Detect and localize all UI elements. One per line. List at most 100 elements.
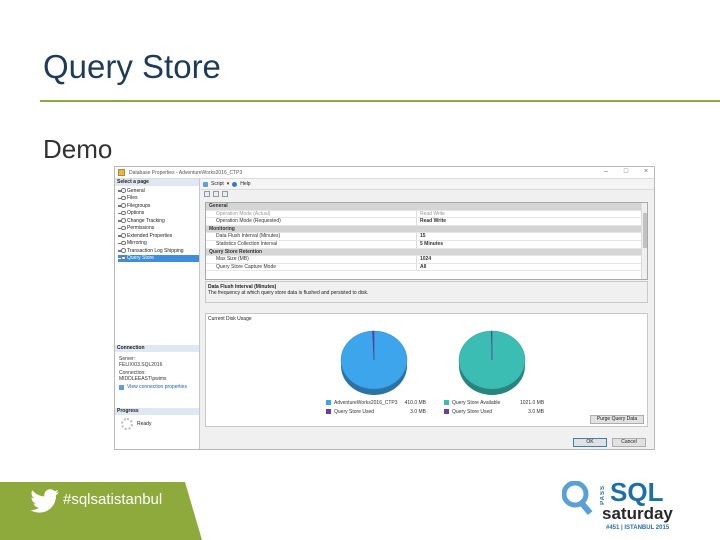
grid-property-row[interactable]: Data Flush Interval (Minutes) 15 (206, 233, 647, 241)
title-divider (40, 100, 720, 102)
close-icon[interactable]: × (642, 168, 650, 175)
slide-title: Query Store (43, 48, 221, 85)
dialog-title: Database Properties - AdventureWorks2016… (129, 170, 243, 176)
grid-property-row[interactable]: Operation Mode (Requested) Read Write (206, 218, 647, 226)
page-item-filegroups[interactable]: Filegroups (118, 202, 199, 210)
property-description: Data Flush Interval (Minutes) The freque… (205, 281, 648, 303)
property-name: Query Store Retention (209, 248, 263, 255)
page-item-label: Transaction Log Shipping (127, 247, 184, 254)
logo-saturday-text: saturday (602, 504, 673, 523)
grid-property-row[interactable]: Statistics Collection Interval 5 Minutes (206, 240, 647, 249)
legend-item: AdventureWorks2016_CTP3 410.0 MB (326, 398, 426, 407)
page-item-label: Filegroups (127, 202, 151, 209)
progress-spinner-icon (121, 418, 133, 430)
database-legend: AdventureWorks2016_CTP3 410.0 MB Query Sto… (326, 398, 426, 416)
property-name: Operation Mode (Actual) (216, 210, 271, 217)
script-icon (203, 181, 208, 187)
categorized-sort-icon[interactable] (204, 191, 210, 197)
page-item-label: General (127, 187, 145, 194)
property-name: Statistics Collection Interval (216, 240, 278, 247)
disk-usage-panel: Current Disk Usage AdventureWorks2016_CT… (205, 313, 648, 427)
page-item-general[interactable]: General (118, 187, 199, 195)
view-connection-properties-link[interactable]: View connection properties (127, 384, 187, 390)
page-item-label: Options (127, 210, 145, 217)
grid-scrollbar[interactable] (641, 203, 647, 279)
property-value[interactable]: All (416, 263, 647, 271)
legend-value: 3.0 MB (410, 408, 426, 415)
property-value[interactable]: 15 (416, 233, 647, 240)
property-value (416, 249, 647, 256)
legend-item: Query Store Available 1021.0 MB (444, 398, 544, 407)
page-item-label: Files (127, 195, 138, 202)
wrench-icon (118, 225, 126, 231)
property-name: Data Flush Interval (Minutes) (216, 233, 281, 240)
database-properties-dialog: Database Properties - AdventureWorks2016… (114, 166, 655, 450)
query-store-legend: Query Store Available 1021.0 MB Query Stor… (444, 398, 544, 416)
minimize-icon[interactable]: – (602, 168, 610, 175)
page-item-permissions[interactable]: Permissions (118, 225, 199, 233)
database-icon (118, 169, 125, 176)
wrench-icon (118, 195, 126, 201)
property-pages-icon[interactable] (222, 191, 228, 197)
help-icon (232, 181, 238, 187)
connection-header: Connection (115, 345, 199, 352)
property-value[interactable]: 5 Minutes (416, 240, 647, 248)
property-name: Operation Mode (Requested) (216, 218, 281, 225)
grid-category-row[interactable]: General (206, 203, 647, 211)
alphabetical-sort-icon[interactable] (213, 191, 219, 197)
dialog-titlebar: Database Properties - AdventureWorks2016… (115, 167, 654, 179)
legend-name: Query Store Used (452, 408, 493, 415)
property-value[interactable]: Read Write (416, 210, 647, 218)
grid-property-row[interactable]: Operation Mode (Actual) Read Write (206, 210, 647, 219)
page-item-label: Permissions (127, 225, 155, 232)
legend-swatch (326, 400, 331, 405)
page-item-extended-properties[interactable]: Extended Properties (118, 232, 199, 240)
property-grid: General Operation Mode (Actual) Read Write… (205, 202, 648, 280)
grid-property-row[interactable]: Query Store Capture Mode All (206, 263, 647, 272)
page-item-change-tracking[interactable]: Change Tracking (118, 217, 199, 225)
purge-query-data-button[interactable]: Purge Query Data (590, 415, 644, 424)
page-item-options[interactable]: Options (118, 210, 199, 218)
legend-swatch (444, 409, 449, 414)
connection-properties-icon (119, 384, 124, 390)
ok-button[interactable]: OK (573, 438, 607, 447)
page-item-files[interactable]: Files (118, 195, 199, 203)
wrench-icon (118, 188, 126, 193)
logo-key-icon (562, 481, 593, 516)
logo-pass-text: PASS (600, 485, 606, 505)
dialog-toolbar: Script ▾ Help (201, 179, 654, 190)
property-value (416, 226, 647, 233)
grid-category-row[interactable]: Monitoring (206, 225, 647, 234)
page-list: General Files Filegroups Options Change Trac… (115, 186, 199, 262)
select-page-header: Select a page (115, 179, 199, 186)
progress-section: Progress Ready (115, 408, 199, 430)
query-store-size-pie-chart (458, 330, 526, 395)
legend-swatch (326, 409, 331, 414)
hashtag-text: #sqlsatistanbul (63, 491, 163, 508)
grid-property-row[interactable]: Max Size (MB) 1024 (206, 256, 647, 264)
legend-value: 3.0 MB (528, 408, 544, 415)
page-item-query-store[interactable]: Query Store (118, 254, 199, 262)
legend-name: AdventureWorks2016_CTP3 (334, 399, 398, 406)
legend-name: Query Store Available (452, 399, 501, 406)
page-item-transaction-log-shipping[interactable]: Transaction Log Shipping (118, 247, 199, 255)
page-item-label: Extended Properties (127, 232, 173, 239)
script-button[interactable]: Script (211, 181, 224, 187)
legend-value: 1021.0 MB (520, 399, 545, 406)
description-text: The frequency at which query store data … (208, 290, 369, 296)
grid-toolbar (204, 191, 228, 197)
page-item-label: Mirroring (127, 240, 147, 247)
grid-scroll-thumb[interactable] (643, 213, 647, 248)
chevron-down-icon[interactable]: ▾ (227, 181, 230, 187)
help-button[interactable]: Help (240, 181, 250, 187)
disk-usage-label: Current Disk Usage (208, 316, 252, 322)
maximize-icon[interactable]: □ (622, 168, 630, 175)
grid-category-row[interactable]: Query Store Retention (206, 248, 647, 257)
property-value[interactable]: 1024 (416, 256, 647, 263)
wrench-icon (118, 218, 126, 223)
cancel-button[interactable]: Cancel (612, 438, 646, 447)
page-item-mirroring[interactable]: Mirroring (118, 240, 199, 248)
property-value[interactable]: Read Write (416, 218, 647, 225)
twitter-bird-icon (30, 489, 59, 513)
connection-value: MIDDLEEAST\pwims (119, 376, 167, 382)
